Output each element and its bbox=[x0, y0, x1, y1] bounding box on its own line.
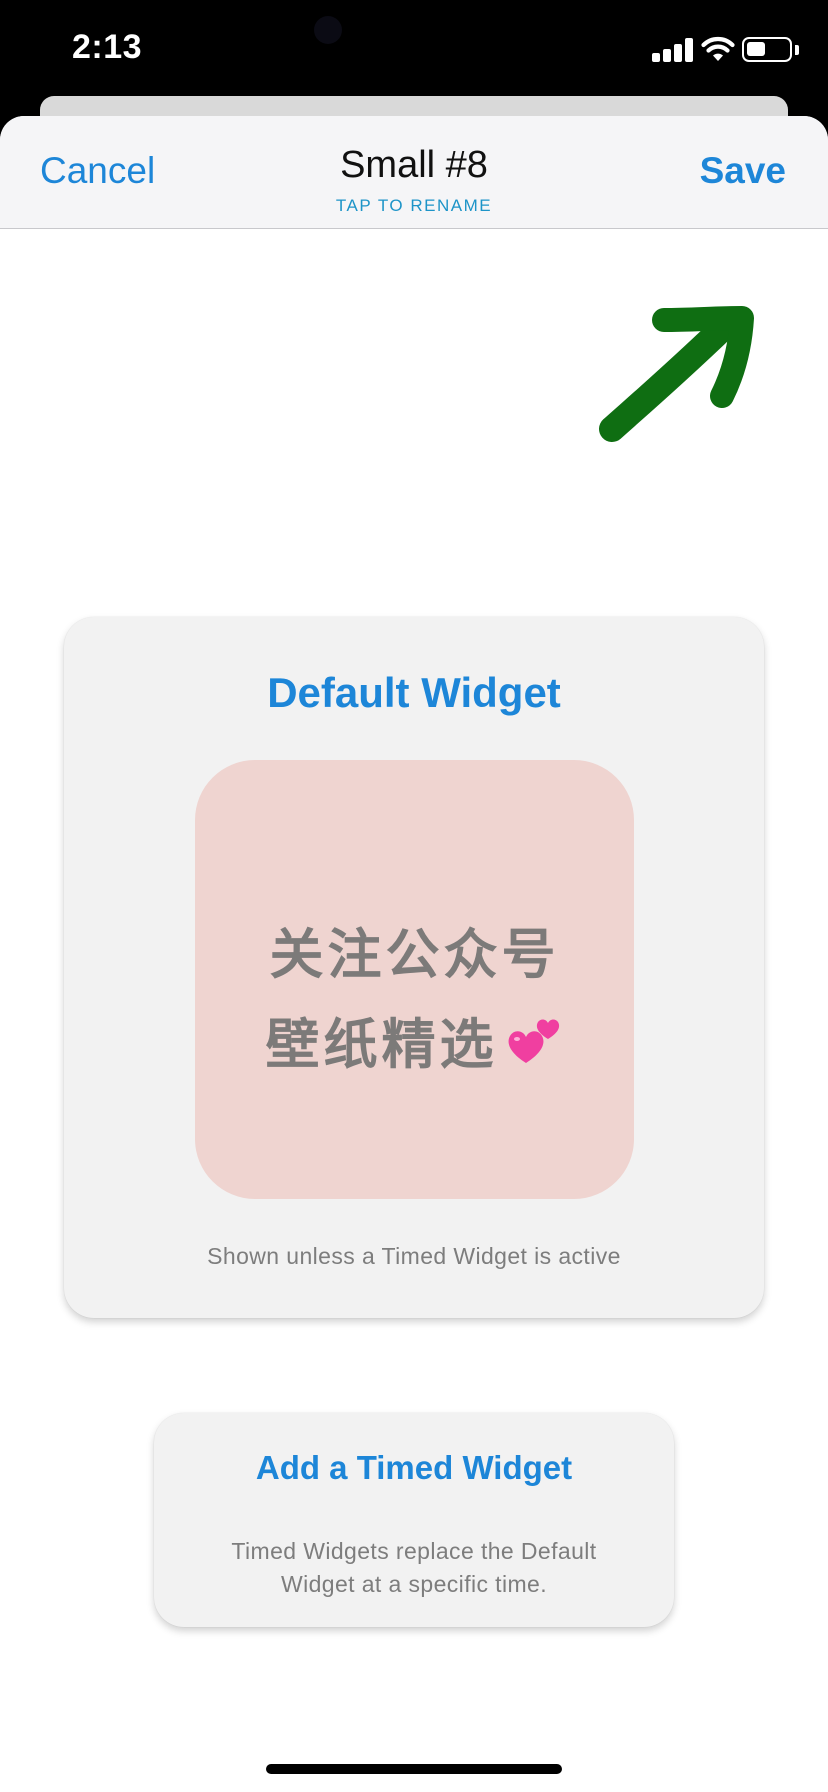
battery-icon bbox=[742, 37, 792, 62]
save-button[interactable]: Save bbox=[700, 150, 786, 192]
default-widget-caption: Shown unless a Timed Widget is active bbox=[207, 1243, 621, 1269]
tap-to-rename-label[interactable]: TAP TO RENAME bbox=[0, 196, 828, 216]
wifi-icon bbox=[701, 36, 735, 61]
battery-cap bbox=[795, 45, 799, 55]
timed-widget-caption: Timed Widgets replace the Default Widget… bbox=[154, 1535, 674, 1601]
edit-widget-sheet: Cancel Small #8 TAP TO RENAME Save Defau… bbox=[0, 116, 828, 1792]
widget-text-line1: 关注公众号 bbox=[269, 923, 560, 986]
timed-widget-caption-line1: Timed Widgets replace the Default bbox=[231, 1538, 597, 1564]
default-widget-title: Default Widget bbox=[267, 669, 561, 716]
status-time: 2:13 bbox=[72, 28, 143, 66]
add-timed-widget-button[interactable]: Add a Timed Widget Timed Widgets replace… bbox=[154, 1413, 674, 1627]
widget-preview[interactable]: 关注公众号 壁纸精选 bbox=[195, 760, 634, 1199]
widget-text-line2: 壁纸精选 bbox=[265, 1013, 498, 1076]
cellular-signal-icon bbox=[652, 38, 696, 62]
navigation-bar: Cancel Small #8 TAP TO RENAME Save bbox=[0, 116, 828, 229]
status-bar: 2:13 bbox=[0, 0, 828, 96]
two-hearts-icon bbox=[508, 1019, 559, 1064]
timed-widget-caption-line2: Widget at a specific time. bbox=[280, 1571, 548, 1597]
add-timed-widget-title: Add a Timed Widget bbox=[255, 1449, 573, 1486]
home-indicator[interactable] bbox=[266, 1764, 562, 1774]
camera-icon bbox=[314, 16, 342, 44]
green-arrow-icon bbox=[599, 306, 754, 442]
widget-text-line2-row: 壁纸精选 bbox=[195, 1000, 634, 1079]
default-widget-card: Default Widget 关注公众号 壁纸精选 Shown unless a… bbox=[64, 617, 764, 1318]
